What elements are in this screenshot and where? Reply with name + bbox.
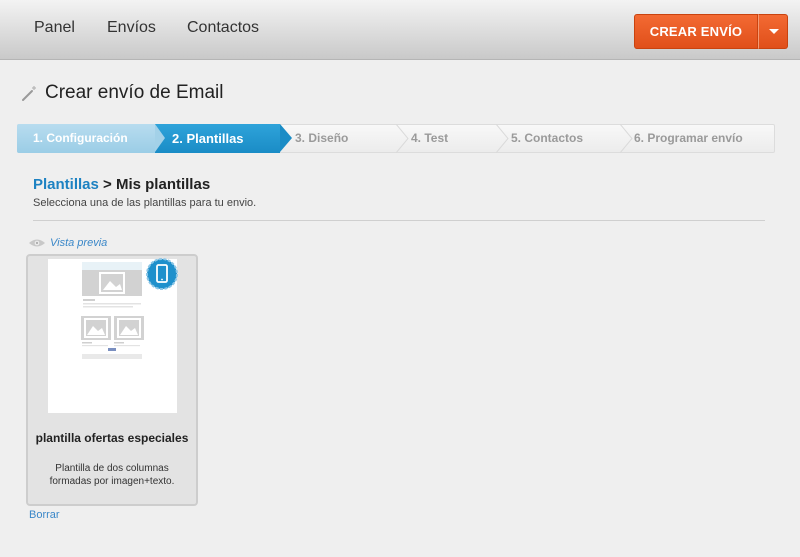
wizard-steps: 1. Configuración 2. Plantillas 3. Diseño… [17,124,775,153]
breadcrumb: Plantillas > Mis plantillas [33,176,210,193]
nav-item-panel[interactable]: Panel [34,19,75,37]
page-title: Crear envío de Email [45,82,224,103]
template-card[interactable]: plantilla ofertas especiales Plantilla d… [26,254,198,506]
breadcrumb-current: Mis plantillas [115,176,211,193]
step-contactos[interactable]: 5. Contactos [511,124,583,153]
divider [33,220,765,221]
create-send-dropdown-toggle[interactable] [758,14,788,49]
magic-wand-icon [22,86,36,101]
step-separator [495,124,509,153]
nav-item-envios[interactable]: Envíos [107,19,156,37]
step-programar-envio[interactable]: 6. Programar envío [634,124,743,153]
step-separator [395,124,409,153]
preview-link[interactable]: Vista previa [28,237,107,249]
template-name: plantilla ofertas especiales [35,431,189,445]
step-arrow [155,124,165,152]
step-diseno[interactable]: 3. Diseño [295,124,348,153]
nav-item-contactos[interactable]: Contactos [187,19,259,37]
top-navigation-bar: Panel Envíos Contactos CREAR ENVÍO [0,0,800,60]
eye-icon [29,239,45,247]
breadcrumb-separator: > [98,176,116,193]
template-description: Plantilla de dos columnas formadas por i… [49,463,175,487]
mobile-phone-icon [146,258,178,290]
step-configuracion[interactable]: 1. Configuración [33,124,128,153]
create-send-button[interactable]: CREAR ENVÍO [634,14,758,49]
step-arrow [280,124,292,152]
breadcrumb-link-plantillas[interactable]: Plantillas [33,176,99,193]
step-test[interactable]: 4. Test [411,124,448,153]
page-subtitle: Selecciona una de las plantillas para tu… [33,197,257,209]
step-separator [619,124,633,153]
preview-link-label: Vista previa [50,237,108,249]
step-plantillas[interactable]: 2. Plantillas [172,124,244,153]
delete-link[interactable]: Borrar [29,509,60,521]
